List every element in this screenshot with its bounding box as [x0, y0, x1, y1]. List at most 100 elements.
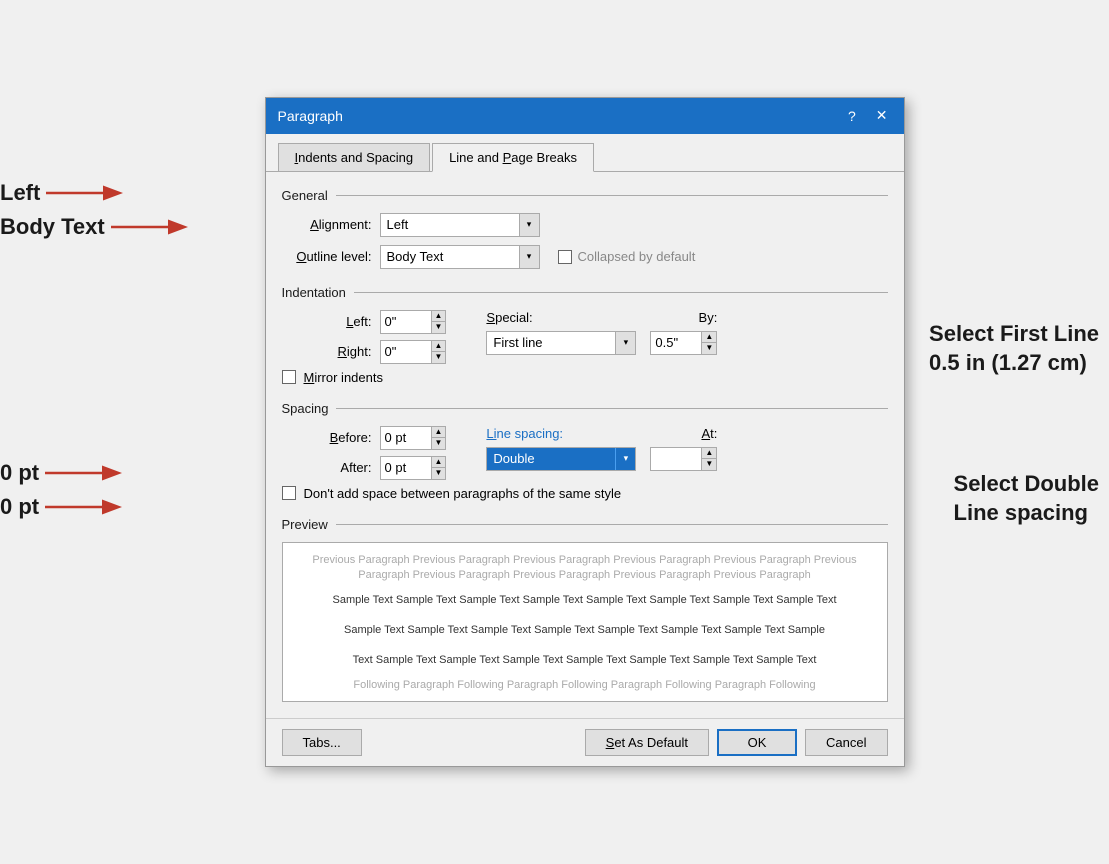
mirror-label: Mirror indents	[304, 370, 383, 385]
indent-right-label: Right:	[282, 344, 372, 359]
after-up[interactable]: ▲	[432, 457, 446, 469]
before-up[interactable]: ▲	[432, 427, 446, 439]
annotation-left-text: Left	[0, 180, 40, 206]
indent-left-down[interactable]: ▼	[432, 322, 446, 333]
tab-indents-spacing[interactable]: Indents and Spacing	[278, 143, 431, 172]
line-spacing-value-row: Double ▾ ▲ ▼	[486, 447, 717, 471]
preview-sample-line1: Sample Text Sample Text Sample Text Samp…	[293, 589, 877, 611]
dont-add-label: Don't add space between paragraphs of th…	[304, 486, 622, 501]
indentation-section-line	[354, 292, 888, 293]
line-spacing-dropdown[interactable]: Double ▾	[486, 447, 636, 471]
indent-left-spinner-btns: ▲ ▼	[431, 311, 446, 333]
at-up[interactable]: ▲	[702, 448, 716, 460]
arrow-bodytext-icon	[111, 216, 191, 238]
by-spinner[interactable]: 0.5" ▲ ▼	[650, 331, 717, 355]
indentation-rows: Left: 0" ▲ ▼ Right: 0"	[282, 310, 888, 364]
mirror-checkbox[interactable]	[282, 370, 296, 384]
special-dropdown[interactable]: First line ▾	[486, 331, 636, 355]
before-spinner[interactable]: 0 pt ▲ ▼	[380, 426, 447, 450]
tab-linebreaks-label: Line and Page Breaks	[449, 150, 577, 165]
annotation-bodytext-item: Body Text	[0, 214, 191, 240]
annotation-0pt-after: 0 pt	[0, 494, 39, 520]
outline-dropdown[interactable]: Body Text ▾	[380, 245, 540, 269]
before-row: Before: 0 pt ▲ ▼	[282, 426, 447, 450]
left-annotations: Left Body Text	[0, 180, 191, 240]
special-label: Special:	[486, 310, 532, 325]
before-input[interactable]: 0 pt	[381, 428, 431, 447]
tabs-row: Indents and Spacing Line and Page Breaks	[266, 134, 904, 171]
annotation-bodytext-text: Body Text	[0, 214, 105, 240]
right-top-line2: 0.5 in (1.27 cm)	[929, 349, 1099, 378]
annotation-spacing-before: 0 pt	[0, 460, 125, 486]
indent-left-col: Left: 0" ▲ ▼ Right: 0"	[282, 310, 447, 364]
by-up[interactable]: ▲	[702, 332, 716, 344]
indent-left-input[interactable]: 0"	[381, 312, 431, 331]
spacing-left-col: Before: 0 pt ▲ ▼ After: 0 pt	[282, 426, 447, 480]
spacing-section-line	[336, 408, 887, 409]
after-down[interactable]: ▼	[432, 468, 446, 479]
line-spacing-label-row: Line spacing: At:	[486, 426, 717, 441]
special-dropdown-arrow[interactable]: ▾	[615, 332, 635, 354]
indent-right-spinner[interactable]: 0" ▲ ▼	[380, 340, 447, 364]
indentation-label: Indentation	[282, 285, 346, 300]
indent-right-input[interactable]: 0"	[381, 342, 431, 361]
before-label: Before:	[282, 430, 372, 445]
help-button[interactable]: ?	[844, 108, 860, 124]
mirror-row: Mirror indents	[282, 370, 888, 385]
annotation-left-item: Left	[0, 180, 191, 206]
alignment-row: Alignment: Left ▾	[282, 213, 888, 237]
preview-section-header: Preview	[282, 517, 888, 532]
right-top-line1: Select First Line	[929, 320, 1099, 349]
indent-right-row: Right: 0" ▲ ▼	[282, 340, 447, 364]
preview-sample-line3: Text Sample Text Sample Text Sample Text…	[293, 649, 877, 671]
by-input[interactable]: 0.5"	[651, 333, 701, 352]
after-spinner[interactable]: 0 pt ▲ ▼	[380, 456, 447, 480]
tabs-button[interactable]: Tabs...	[282, 729, 362, 756]
tab-content: General Alignment: Left ▾ Outline level:…	[266, 171, 904, 719]
spacing-section-label: Spacing	[282, 401, 329, 416]
special-row: Special: By:	[486, 310, 717, 325]
dialog-footer: Tabs... Set As Default OK Cancel	[266, 718, 904, 766]
line-spacing-dropdown-arrow[interactable]: ▾	[615, 448, 635, 470]
indent-left-up[interactable]: ▲	[432, 311, 446, 323]
indent-right-up[interactable]: ▲	[432, 341, 446, 353]
indent-left-spinner[interactable]: 0" ▲ ▼	[380, 310, 447, 334]
spacing-section-header: Spacing	[282, 401, 888, 416]
right-bottom-annotation: Select Double Line spacing	[954, 470, 1099, 527]
alignment-value: Left	[381, 215, 519, 234]
at-down[interactable]: ▼	[702, 459, 716, 470]
at-input[interactable]	[651, 449, 701, 468]
line-spacing-value: Double	[487, 449, 615, 468]
dont-add-checkbox[interactable]	[282, 486, 296, 500]
dialog-wrapper: Paragraph ? ✕ Indents and Spacing Line a…	[265, 97, 905, 768]
general-label: General	[282, 188, 328, 203]
right-bottom-line1: Select Double	[954, 470, 1099, 499]
special-value: First line	[487, 333, 615, 352]
close-button[interactable]: ✕	[872, 107, 892, 124]
before-down[interactable]: ▼	[432, 438, 446, 449]
indent-right-spinner-btns: ▲ ▼	[431, 341, 446, 363]
arrow-left-icon	[46, 182, 126, 204]
at-spinner[interactable]: ▲ ▼	[650, 447, 717, 471]
general-section-header: General	[282, 188, 888, 203]
outline-row: Outline level: Body Text ▾ Collapsed by …	[282, 245, 888, 269]
alignment-dropdown-arrow[interactable]: ▾	[519, 214, 539, 236]
arrow-spacing-before-icon	[45, 462, 125, 484]
paragraph-dialog: Paragraph ? ✕ Indents and Spacing Line a…	[265, 97, 905, 768]
right-bottom-line2: Line spacing	[954, 499, 1099, 528]
ok-button[interactable]: OK	[717, 729, 797, 756]
collapsed-wrap: Collapsed by default	[558, 249, 696, 264]
dialog-title: Paragraph	[278, 108, 343, 124]
indent-right-down[interactable]: ▼	[432, 352, 446, 363]
general-section-line	[336, 195, 888, 196]
outline-dropdown-arrow[interactable]: ▾	[519, 246, 539, 268]
tab-line-page-breaks[interactable]: Line and Page Breaks	[432, 143, 594, 172]
at-label: At:	[701, 426, 717, 441]
set-default-button[interactable]: Set As Default	[585, 729, 709, 756]
before-spinner-btns: ▲ ▼	[431, 427, 446, 449]
cancel-button[interactable]: Cancel	[805, 729, 887, 756]
alignment-dropdown[interactable]: Left ▾	[380, 213, 540, 237]
collapsed-checkbox[interactable]	[558, 250, 572, 264]
after-input[interactable]: 0 pt	[381, 458, 431, 477]
by-down[interactable]: ▼	[702, 343, 716, 354]
